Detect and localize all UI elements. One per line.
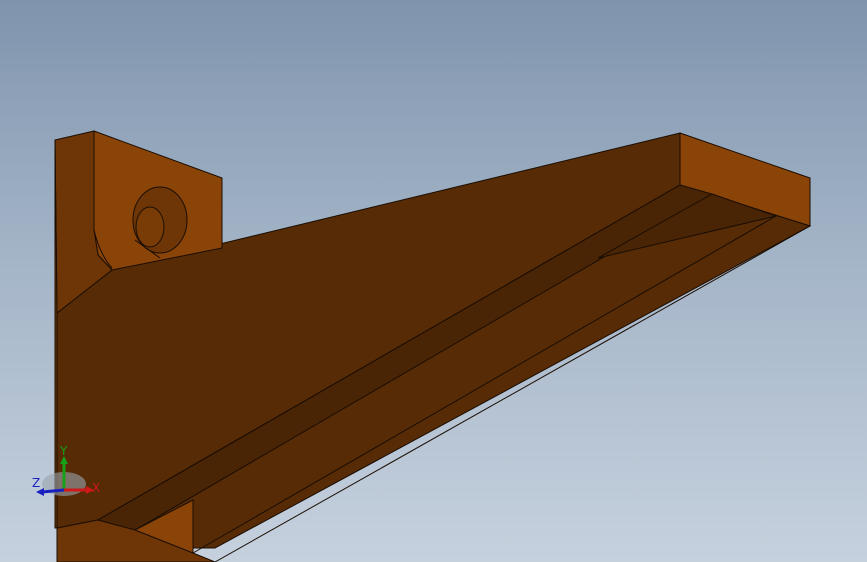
triad-x-label: X xyxy=(92,481,100,495)
graphics-viewport[interactable]: Y X Z xyxy=(0,0,867,562)
mounting-hole-inner xyxy=(135,206,165,248)
triad-y-label: Y xyxy=(59,444,68,458)
triad-z-axis xyxy=(41,488,65,494)
bracket-model[interactable] xyxy=(0,0,867,562)
triad-z-label: Z xyxy=(32,476,40,490)
reference-triad: Y X Z xyxy=(32,444,100,496)
